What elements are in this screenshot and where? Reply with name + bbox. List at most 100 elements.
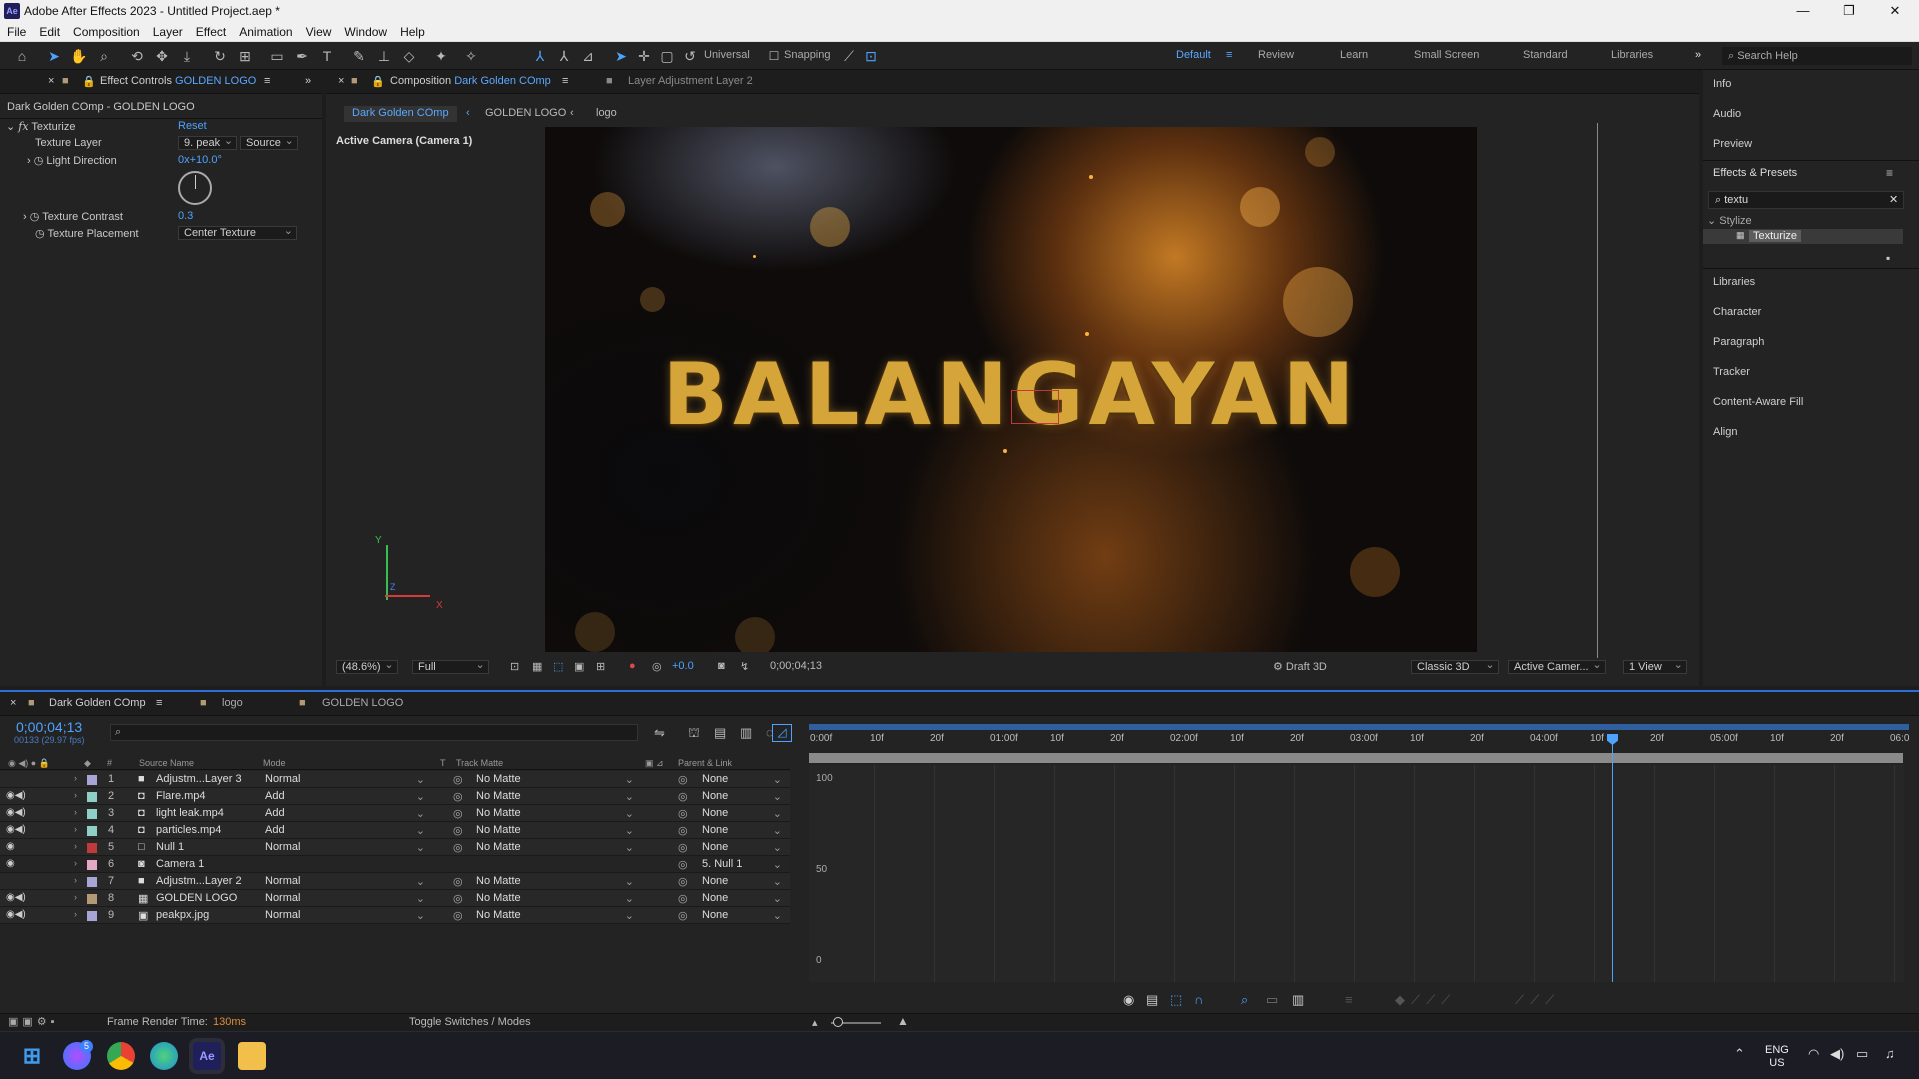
- layer-source-name[interactable]: Adjustm...Layer 3: [156, 773, 242, 785]
- parent-pickwhip-icon[interactable]: ◎: [678, 858, 688, 871]
- layer-row[interactable]: ◉◀) › 3 ◘ light leak.mp4 Add ⌄ ◎ No Matte ⌄ ◎ None ⌄: [0, 805, 790, 822]
- layer-row[interactable]: ◉ › 5 □ Null 1 Normal ⌄ ◎ No Matte ⌄ ◎ None ⌄: [0, 839, 790, 856]
- close-button[interactable]: ✕: [1875, 2, 1915, 20]
- graph-editor-icon[interactable]: ◿: [772, 724, 792, 742]
- rectangle-tool-icon[interactable]: ▭: [268, 47, 286, 65]
- visibility-toggle-icon[interactable]: ◉◀): [6, 824, 26, 835]
- edit-keyframe-icon[interactable]: ≡: [1345, 992, 1353, 1007]
- type-tool-icon[interactable]: T: [318, 47, 336, 65]
- show-hidden-icons-icon[interactable]: ⌃: [1734, 1046, 1745, 1062]
- anchor-tool-icon[interactable]: ⊞: [236, 47, 254, 65]
- label-color-swatch[interactable]: [87, 792, 97, 802]
- workspace-libraries[interactable]: Libraries: [1611, 49, 1653, 61]
- fit-selection-icon[interactable]: ⌕: [1241, 992, 1248, 1008]
- transparency-grid-icon[interactable]: ▦: [532, 660, 542, 682]
- composition-viewer[interactable]: BALANGAYAN: [545, 127, 1477, 652]
- menu-composition[interactable]: Composition: [66, 22, 146, 39]
- track-matte-pickwhip-icon[interactable]: ◎: [453, 841, 463, 854]
- texture-contrast-row[interactable]: › ◷ Texture Contrast: [23, 210, 123, 227]
- expand-arrow-icon[interactable]: ›: [74, 824, 77, 834]
- timeline-tab-menu-icon[interactable]: ≡: [156, 697, 162, 709]
- roto-brush-tool-icon[interactable]: ✦: [432, 47, 450, 65]
- expand-arrow-icon[interactable]: ›: [74, 909, 77, 919]
- universal-select-icon[interactable]: ➤: [612, 47, 630, 65]
- menu-view[interactable]: View: [299, 22, 338, 39]
- snapshot-camera-icon[interactable]: ◙: [718, 660, 725, 682]
- track-matte-dropdown[interactable]: No Matte ⌄: [476, 773, 636, 786]
- blend-mode-dropdown[interactable]: Normal ⌄: [265, 875, 427, 888]
- layer-source-name[interactable]: peakpx.jpg: [156, 909, 209, 921]
- scale-gizmo-icon[interactable]: ▢: [658, 47, 676, 65]
- layer-row[interactable]: › 7 ■ Adjustm...Layer 2 Normal ⌄ ◎ No Matte ⌄ ◎ No…: [0, 873, 790, 890]
- menu-help[interactable]: Help: [393, 22, 431, 39]
- light-direction-row[interactable]: › ◷ Light Direction: [27, 154, 117, 171]
- parent-dropdown[interactable]: None ⌄: [702, 875, 784, 888]
- pen-tool-icon[interactable]: ✒: [293, 47, 311, 65]
- parent-dropdown[interactable]: None ⌄: [702, 892, 784, 905]
- track-matte-dropdown[interactable]: No Matte ⌄: [476, 875, 636, 888]
- libraries-panel-tab[interactable]: Libraries: [1713, 276, 1755, 288]
- panel-expand-icon[interactable]: »: [305, 75, 311, 87]
- blend-mode-dropdown[interactable]: Normal ⌄: [265, 841, 427, 854]
- workspace-menu-icon[interactable]: ≡: [1226, 49, 1232, 61]
- audio-panel-tab[interactable]: Audio: [1713, 108, 1741, 120]
- comp-lock-icon[interactable]: 🔒: [371, 75, 385, 88]
- blend-mode-dropdown[interactable]: Add ⌄: [265, 790, 427, 803]
- edge-icon[interactable]: [150, 1042, 178, 1070]
- puppet-tool-icon[interactable]: ✧: [462, 47, 480, 65]
- color-channels-icon[interactable]: ●: [629, 660, 636, 682]
- timeline-tab-golden-logo[interactable]: GOLDEN LOGO: [322, 697, 403, 709]
- show-properties-icon[interactable]: ◉: [1123, 992, 1134, 1008]
- workspace-small-screen[interactable]: Small Screen: [1414, 49, 1479, 61]
- camera-view-dropdown[interactable]: Active Camer...: [1508, 658, 1606, 682]
- paragraph-panel-tab[interactable]: Paragraph: [1713, 336, 1764, 348]
- safe-margins-icon[interactable]: ▣: [574, 660, 584, 682]
- effects-presets-panel-tab[interactable]: Effects & Presets: [1713, 167, 1797, 179]
- panel-menu-icon[interactable]: ≡: [264, 75, 270, 87]
- layer-row[interactable]: › 1 ■ Adjustm...Layer 3 Normal ⌄ ◎ No Matte ⌄ ◎ No…: [0, 771, 790, 788]
- track-matte-pickwhip-icon[interactable]: ◎: [453, 807, 463, 820]
- layer-row[interactable]: ◉◀) › 8 ▦ GOLDEN LOGO Normal ⌄ ◎ No Matte ⌄ ◎ None ⌄: [0, 890, 790, 907]
- stylize-category[interactable]: ⌄ Stylize: [1707, 214, 1752, 227]
- maximize-button[interactable]: ❐: [1829, 2, 1869, 20]
- track-matte-pickwhip-icon[interactable]: ◎: [453, 773, 463, 786]
- visibility-toggle-icon[interactable]: ◉: [6, 858, 15, 869]
- after-effects-taskbar-icon[interactable]: Ae: [193, 1042, 221, 1070]
- work-area-navigator[interactable]: [809, 753, 1903, 763]
- windows-start-icon[interactable]: ⊞: [18, 1042, 46, 1070]
- texture-layer-dropdown[interactable]: 9. peak: [178, 134, 238, 153]
- layer-source-name[interactable]: Camera 1: [156, 858, 204, 870]
- visibility-toggle-icon[interactable]: ◉◀): [6, 909, 26, 920]
- character-panel-tab[interactable]: Character: [1713, 306, 1761, 318]
- label-color-swatch[interactable]: [87, 826, 97, 836]
- snap-feather-icon[interactable]: ⟋: [840, 47, 858, 65]
- texturize-result-row[interactable]: [1703, 229, 1903, 244]
- blend-mode-dropdown[interactable]: Add ⌄: [265, 824, 427, 837]
- search-help-input[interactable]: ⌕ Search Help: [1722, 47, 1912, 65]
- layer-source-name[interactable]: Adjustm...Layer 2: [156, 875, 242, 887]
- parent-pickwhip-icon[interactable]: ◎: [678, 773, 688, 786]
- shy-layers-icon[interactable]: ▤: [714, 725, 726, 741]
- footer-toggle-icons[interactable]: ▣▣⚙▪: [8, 1015, 59, 1028]
- dolly-tool-icon[interactable]: ⤓: [178, 47, 196, 65]
- preview-panel-tab[interactable]: Preview: [1713, 138, 1752, 150]
- visibility-toggle-icon[interactable]: ◉: [6, 841, 15, 852]
- lock-icon[interactable]: 🔒: [82, 75, 96, 88]
- language-indicator[interactable]: ENG US: [1765, 1044, 1789, 1070]
- expand-arrow-icon[interactable]: ›: [74, 773, 77, 783]
- world-axis-icon[interactable]: ⅄: [555, 47, 573, 65]
- parent-pickwhip-icon[interactable]: ◎: [678, 841, 688, 854]
- content-aware-fill-panel-tab[interactable]: Content-Aware Fill: [1713, 396, 1803, 408]
- layer-row[interactable]: ◉ › 6 ◙ Camera 1 ◎ 5. Null 1 ⌄: [0, 856, 790, 873]
- layer-search-input[interactable]: ⌕: [110, 724, 638, 741]
- toggle-switches-modes-button[interactable]: Toggle Switches / Modes: [409, 1016, 531, 1028]
- expand-arrow-icon[interactable]: ›: [74, 790, 77, 800]
- zoom-out-icon[interactable]: ▴: [812, 1016, 818, 1029]
- mask-visibility-icon[interactable]: ⬚: [553, 660, 563, 682]
- timeline-tab-dark-golden-comp[interactable]: Dark Golden COmp: [49, 697, 146, 709]
- breadcrumb-logo[interactable]: logo: [588, 106, 625, 122]
- track-matte-dropdown[interactable]: No Matte ⌄: [476, 841, 636, 854]
- effects-menu-icon[interactable]: ≡: [1886, 166, 1893, 180]
- rotation-tool-icon[interactable]: ↻: [211, 47, 229, 65]
- layer-row[interactable]: ◉◀) › 4 ◘ particles.mp4 Add ⌄ ◎ No Matte ⌄ ◎ None ⌄: [0, 822, 790, 839]
